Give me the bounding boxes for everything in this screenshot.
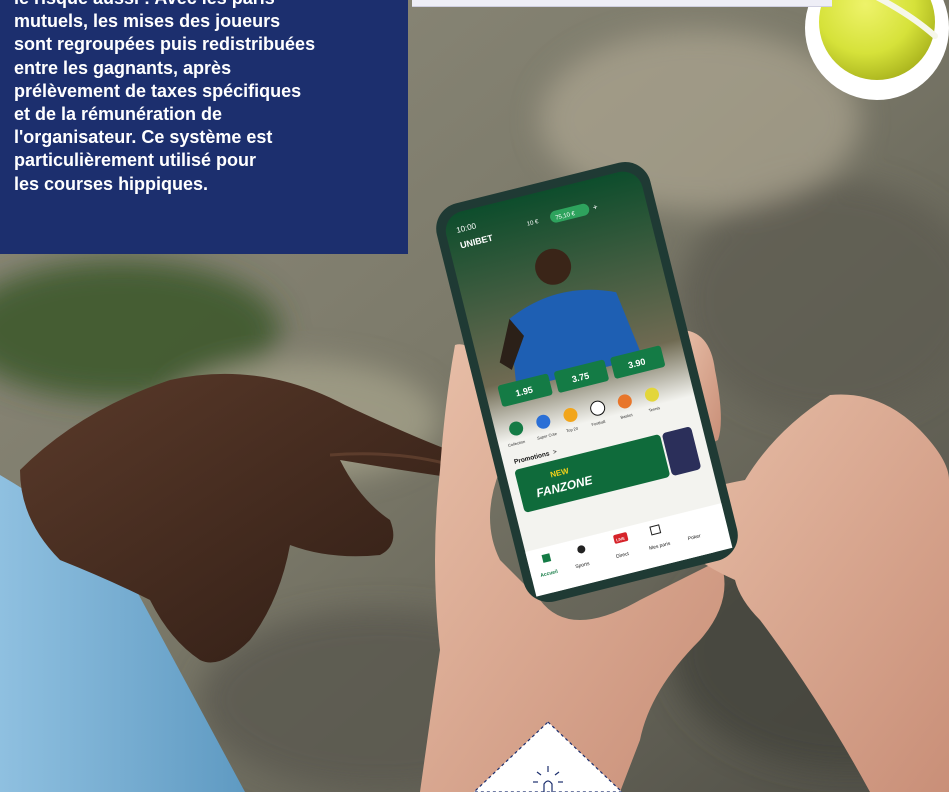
paragraph-line: mutuels, les mises des joueurs bbox=[14, 11, 281, 32]
paragraph-line: particulièrement utilisé pour bbox=[14, 150, 257, 171]
paragraph-line: le risque aussi : Avec les paris bbox=[14, 0, 404, 10]
paragraph-line: et de la rémunération de bbox=[14, 104, 223, 125]
paragraph-line: entre les gagnants, après bbox=[14, 57, 232, 78]
top-band bbox=[412, 0, 832, 7]
article-text-card: le risque aussi : Avec les paris mutuels… bbox=[0, 0, 408, 254]
paragraph-line: sont regroupées puis redistribuées bbox=[14, 34, 316, 55]
paragraph-line: prélèvement de taxes spécifiques bbox=[14, 80, 302, 101]
paragraph-line: les courses hippiques. bbox=[14, 173, 209, 194]
paragraph-line: l'organisateur. Ce système est bbox=[14, 127, 273, 148]
article-paragraph: le risque aussi : Avec les paris mutuels… bbox=[14, 0, 404, 196]
